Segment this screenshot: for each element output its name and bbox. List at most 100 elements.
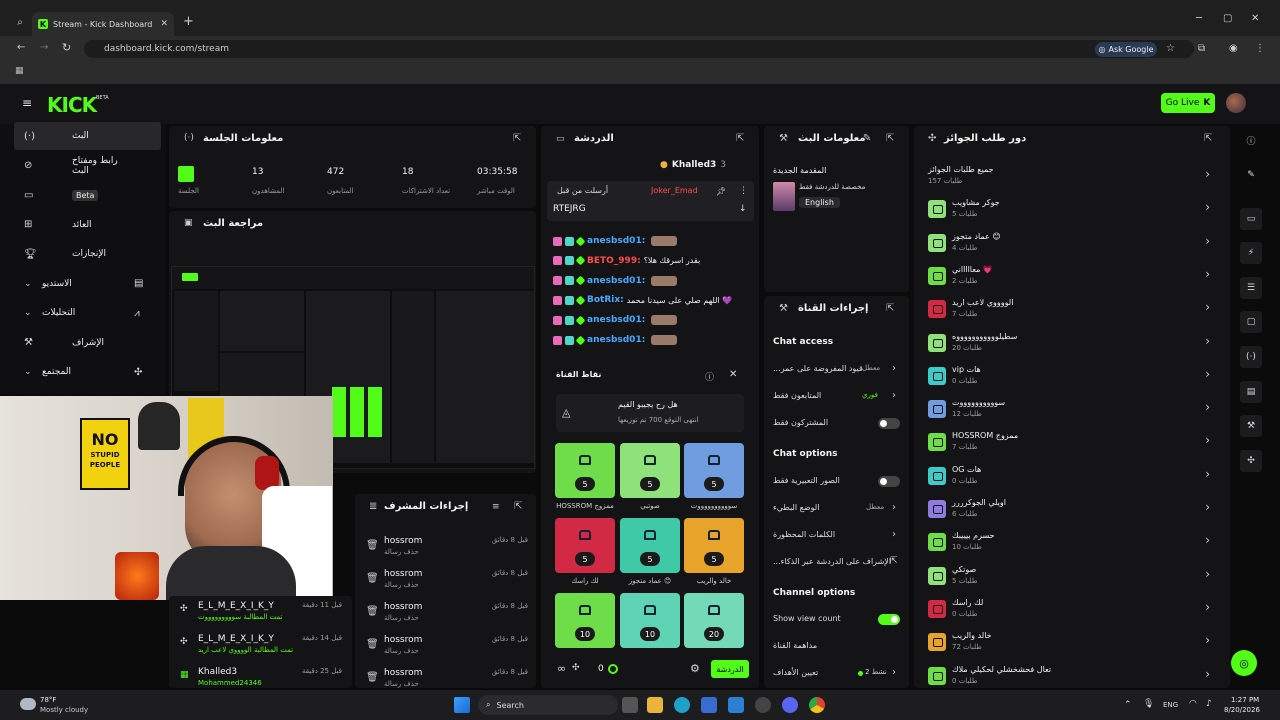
redemption-chevron-icon[interactable]: › bbox=[1205, 167, 1210, 181]
chat-send-button[interactable]: الدردشة bbox=[711, 660, 749, 678]
chat-message[interactable]: anesbsd01: bbox=[553, 312, 678, 328]
chat-username[interactable]: BotRix: bbox=[587, 295, 624, 305]
tools-icon[interactable]: ⚒ bbox=[1240, 415, 1262, 437]
mod-action-row[interactable]: 🗑︎ hossrom حذف رسالة قبل 8 دقائق bbox=[360, 565, 536, 597]
reward-tile[interactable]: 5 bbox=[684, 443, 744, 498]
reward-tile[interactable]: 5 bbox=[620, 443, 680, 498]
tray-mic-icon[interactable]: 🎙︎ bbox=[1143, 699, 1154, 709]
reward-tile[interactable]: 10 bbox=[555, 593, 615, 648]
reward-tile[interactable]: 5 bbox=[620, 518, 680, 573]
pin-icon[interactable]: 📌︎ bbox=[716, 187, 726, 196]
sidebar-expand-chevron-icon[interactable]: ⌄ bbox=[24, 279, 32, 289]
redemption-row[interactable]: تعال فحشخشلي لحكيلي ملاك 0 طلبات › bbox=[928, 663, 1218, 695]
redemption-chevron-icon[interactable]: › bbox=[1205, 667, 1210, 681]
chat-message[interactable]: anesbsd01: bbox=[553, 233, 678, 249]
browser-tab[interactable]: K Stream - Kick Dashboard ✕ bbox=[32, 12, 174, 36]
redemption-row[interactable]: عماد متجوز 😊 4 طلبات › bbox=[928, 230, 1218, 262]
sidebar-item-2[interactable]: ▭ الإعلان Beta bbox=[14, 181, 161, 209]
reward-tile[interactable]: 10 bbox=[620, 593, 680, 648]
tab-close-icon[interactable]: ✕ bbox=[160, 19, 168, 29]
chat-option-row-label[interactable]: ...الإشراف على الدردشة عبر الذكاء bbox=[773, 557, 899, 566]
activity-row[interactable]: ✣ E_L_M_E_X_I_K_Y تمت المطالبة سوووووووو… bbox=[172, 598, 352, 630]
tray-lang[interactable]: ENG bbox=[1163, 701, 1178, 709]
sidebar-item-0[interactable]: (·) البث bbox=[14, 122, 161, 150]
sidebar-item-4[interactable]: 🏆︎ الإنجازات bbox=[14, 240, 161, 268]
chat-expand-icon[interactable]: ⇱ bbox=[736, 133, 744, 144]
prediction-card[interactable]: ◬ هل رح يجيبو القيم انتهى التوقع 700 تم … bbox=[556, 394, 744, 432]
ask-google-button[interactable]: ◎ Ask Google bbox=[1095, 42, 1157, 57]
kick-logo[interactable]: KICK bbox=[47, 93, 97, 117]
redemption-row[interactable]: vip هات 0 طلبات › bbox=[928, 363, 1218, 395]
row-chevron-icon[interactable]: › bbox=[892, 529, 896, 540]
chat-settings-icon[interactable]: ⚙ bbox=[690, 662, 700, 675]
mod-filter-icon[interactable]: ≡ bbox=[492, 502, 500, 512]
chat-message[interactable]: BotRix: اللهم صلي على سيدنا محمد 💜 bbox=[553, 292, 732, 308]
reward-tile[interactable]: 5 bbox=[555, 518, 615, 573]
goals-chevron-icon[interactable]: › bbox=[892, 667, 896, 678]
channel-points-info-icon[interactable]: ⓘ bbox=[705, 370, 714, 383]
file-explorer-icon[interactable] bbox=[647, 697, 663, 713]
redemption-row[interactable]: معاااااني 💗 2 طلبات › bbox=[928, 263, 1218, 295]
redemption-row[interactable]: اويلي الجوكرررر 6 طلبات › bbox=[928, 496, 1218, 528]
rewards-icon[interactable]: ✣ bbox=[572, 663, 580, 673]
redemption-chevron-icon[interactable]: › bbox=[1205, 433, 1210, 447]
sidebar-item-6[interactable]: ⌄ ⩘ التحليلات bbox=[14, 299, 161, 327]
chat-username[interactable]: anesbsd01: bbox=[587, 335, 645, 345]
sidebar-expand-chevron-icon[interactable]: ⌄ bbox=[24, 367, 32, 377]
sidebar-item-3[interactable]: ⊞ العائد bbox=[14, 211, 161, 239]
activity-row[interactable]: ▦ Khalled3 Mohammed24346 قبل 25 دقيقة bbox=[172, 664, 352, 696]
store-icon[interactable] bbox=[701, 697, 717, 713]
top-chatter[interactable]: ● Khalled3 3 bbox=[660, 160, 726, 170]
redemption-row[interactable]: سطيلوووووووووووه 20 طلبات › bbox=[928, 330, 1218, 362]
chat-message[interactable]: anesbsd01: bbox=[553, 332, 678, 348]
subscribers-only-toggle[interactable] bbox=[878, 418, 900, 429]
discord-icon[interactable] bbox=[782, 697, 798, 713]
redemption-chevron-icon[interactable]: › bbox=[1205, 400, 1210, 414]
maximize-icon[interactable]: ▢ bbox=[1223, 13, 1232, 24]
mod-action-row[interactable]: 🗑︎ hossrom حذف رسالة قبل 8 دقائق bbox=[360, 532, 536, 564]
broadcast-rail-icon[interactable]: (·) bbox=[1240, 346, 1262, 368]
row-chevron-icon[interactable]: › bbox=[892, 390, 896, 401]
clock-time[interactable]: 1:27 PM bbox=[1231, 696, 1259, 704]
row-chevron-icon[interactable]: › bbox=[892, 502, 896, 513]
info-icon[interactable]: ⓘ bbox=[1240, 129, 1262, 151]
channel-actions-expand-icon[interactable]: ⇱ bbox=[886, 303, 894, 314]
show-view-count-toggle[interactable] bbox=[878, 614, 900, 625]
stream-info-edit-icon[interactable]: ✎ bbox=[863, 133, 871, 144]
session-expand-icon[interactable]: ⇱ bbox=[513, 133, 521, 144]
category-thumbnail[interactable] bbox=[773, 182, 795, 211]
stream-info-expand-icon[interactable]: ⇱ bbox=[886, 133, 894, 144]
rewards-rail-icon[interactable]: ✣ bbox=[1240, 450, 1262, 472]
app-icon-6[interactable] bbox=[755, 697, 771, 713]
chat-message[interactable]: anesbsd01: bbox=[553, 273, 678, 289]
user-avatar[interactable] bbox=[1226, 93, 1246, 113]
redemption-chevron-icon[interactable]: › bbox=[1205, 334, 1210, 348]
edit-icon[interactable]: ✎ bbox=[1240, 164, 1262, 186]
row-chevron-icon[interactable]: › bbox=[892, 363, 896, 374]
redemption-chevron-icon[interactable]: › bbox=[1205, 300, 1210, 314]
redemption-row[interactable]: جوكر مشاويب 5 طلبات › bbox=[928, 196, 1218, 228]
tab-search-icon[interactable]: ⌕ bbox=[12, 14, 28, 30]
redemption-chevron-icon[interactable]: › bbox=[1205, 367, 1210, 381]
redemption-row[interactable]: الووووي لاعب اريد 7 طلبات › bbox=[928, 296, 1218, 328]
profile-icon[interactable]: ◉ bbox=[1229, 43, 1238, 54]
chat-username[interactable]: anesbsd01: bbox=[587, 236, 645, 246]
go-live-button[interactable]: Go Live K bbox=[1161, 93, 1215, 113]
redemption-row[interactable]: جميع طلبات الجوائز 157 طلبات › bbox=[928, 163, 1218, 195]
minimize-icon[interactable]: ─ bbox=[1196, 13, 1202, 24]
pinned-message[interactable]: 📌︎ ⋮ Joker_Emad أرسلت من قبل RTEJRG ↓ bbox=[547, 181, 754, 221]
infinity-icon[interactable]: ∞ bbox=[557, 662, 566, 675]
redemption-chevron-icon[interactable]: › bbox=[1205, 500, 1210, 514]
redemption-chevron-icon[interactable]: › bbox=[1205, 633, 1210, 647]
extensions-icon[interactable]: ⧉ bbox=[1198, 43, 1205, 54]
redemption-row[interactable]: سووووووووووت 12 طلبات › bbox=[928, 396, 1218, 428]
tray-volume-icon[interactable]: ♪ bbox=[1206, 699, 1212, 709]
forward-icon[interactable]: → bbox=[40, 42, 48, 53]
support-chat-icon[interactable]: ◎ bbox=[1231, 650, 1257, 676]
window-close-icon[interactable]: ✕ bbox=[1251, 13, 1259, 24]
redemption-chevron-icon[interactable]: › bbox=[1205, 234, 1210, 248]
redemption-chevron-icon[interactable]: › bbox=[1205, 267, 1210, 281]
new-tab-button[interactable]: + bbox=[183, 14, 194, 29]
reload-icon[interactable]: ↻ bbox=[62, 41, 71, 54]
tray-chevron-icon[interactable]: ⌃ bbox=[1124, 700, 1132, 710]
